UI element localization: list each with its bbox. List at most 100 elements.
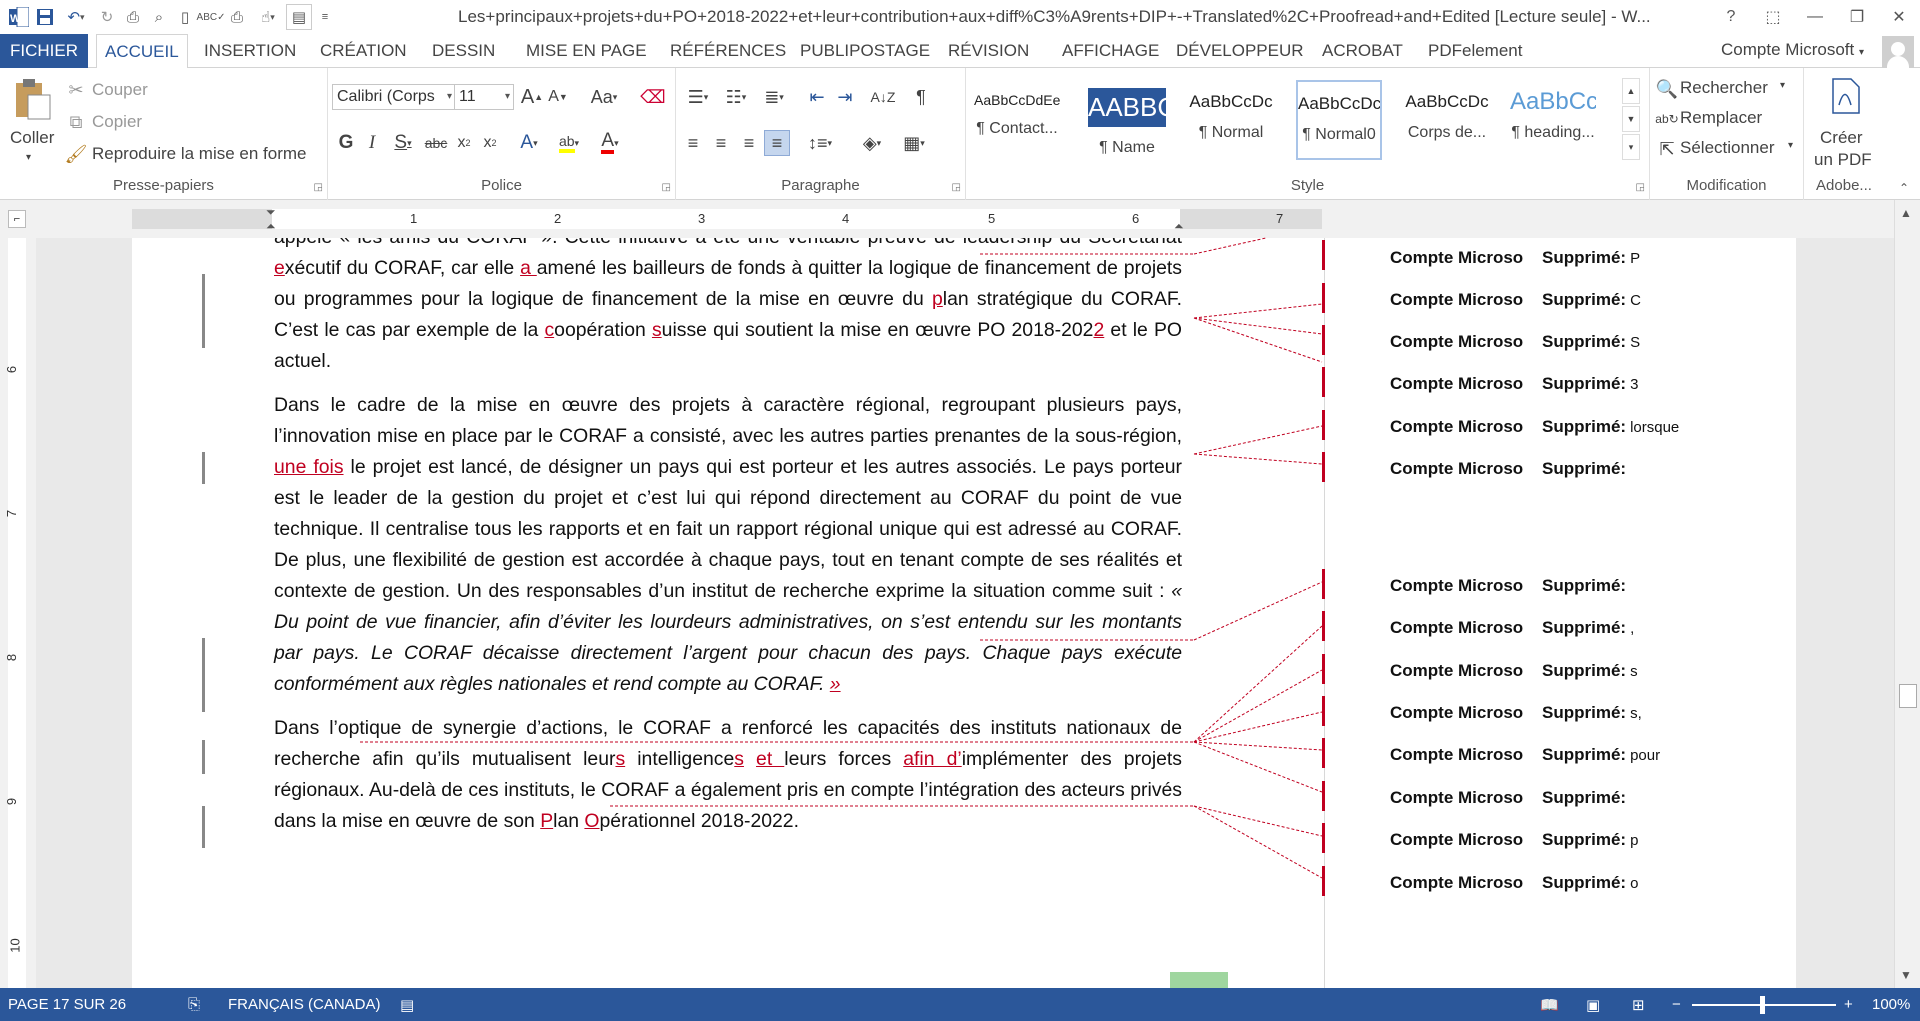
replace-button[interactable]: Remplacer	[1680, 108, 1762, 128]
bullets-icon[interactable]: ☰ ▾	[680, 84, 716, 110]
numbering-icon[interactable]: ☷ ▾	[718, 84, 754, 110]
styles-scroll-down-icon[interactable]: ▼	[1622, 106, 1640, 132]
undo-icon[interactable]: ↶ ▾	[58, 4, 94, 30]
cut-button[interactable]: Couper	[92, 80, 148, 100]
decrease-indent-icon[interactable]: ⇤	[804, 84, 830, 110]
zoom-out-button[interactable]: −	[1672, 996, 1681, 1013]
style-name-heading[interactable]: AABBC ¶ Name	[1084, 80, 1170, 160]
styles-launcher-icon[interactable]: ◲	[1636, 182, 1645, 193]
ribbon-display-button[interactable]: ⬚	[1752, 0, 1794, 34]
shrink-font-icon[interactable]: A ▼	[546, 84, 570, 110]
print-preview-icon[interactable]: ⌕	[146, 4, 172, 30]
revision-balloon[interactable]: Compte Microso Supprimé: s,	[1390, 703, 1642, 723]
collapse-ribbon-icon[interactable]: ⌃	[1894, 180, 1914, 196]
copy-icon[interactable]: ⧉	[66, 112, 86, 132]
font-color-icon[interactable]: A ▾	[592, 130, 628, 156]
revision-balloon[interactable]: Compte Microso Supprimé: p	[1390, 830, 1638, 850]
print-layout-icon[interactable]: ▣	[1586, 996, 1600, 1014]
revision-balloon[interactable]: Compte Microso Supprimé: C	[1390, 290, 1641, 310]
find-button[interactable]: Rechercher	[1680, 78, 1768, 98]
style-body[interactable]: AaBbCcDc Corps de...	[1404, 80, 1490, 160]
redo-icon[interactable]: ↻	[94, 4, 120, 30]
scroll-down-icon[interactable]: ▼	[1900, 968, 1912, 982]
paragraph-launcher-icon[interactable]: ◲	[952, 182, 961, 193]
find-icon[interactable]: 🔍	[1656, 78, 1678, 100]
read-mode-icon[interactable]: 📖	[1540, 996, 1559, 1014]
styles-scroll-up-icon[interactable]: ▲	[1622, 78, 1640, 104]
zoom-slider-thumb[interactable]	[1760, 996, 1765, 1014]
horizontal-ruler[interactable]: 1 2 3 4 5 6 7 ⏷ ⏶ ⏶	[132, 205, 1322, 233]
document-body[interactable]: appelé « les amis du CORAF ». Cette init…	[274, 238, 1182, 850]
grow-font-icon[interactable]: A ▲	[520, 84, 544, 110]
save-icon[interactable]	[32, 4, 58, 30]
web-layout-icon[interactable]: ⊞	[1632, 996, 1645, 1014]
change-case-icon[interactable]: Aa ▾	[584, 84, 624, 110]
account-menu[interactable]: Compte Microsoft ▾	[1721, 40, 1864, 60]
copy-button[interactable]: Copier	[92, 112, 142, 132]
view-mode-icon[interactable]: ▤	[286, 4, 312, 30]
scrollbar-thumb[interactable]	[1899, 684, 1917, 708]
highlight-icon[interactable]: ab ▾	[550, 130, 588, 156]
spelling-icon[interactable]: ABC✓	[197, 4, 226, 30]
close-button[interactable]: ✕	[1878, 0, 1920, 34]
align-center-icon[interactable]: ≡	[708, 130, 734, 156]
text-effects-icon[interactable]: A ▾	[512, 130, 546, 156]
revision-balloon[interactable]: Compte Microso Supprimé: s	[1390, 661, 1638, 681]
help-button[interactable]: ?	[1710, 0, 1752, 34]
customize-qat-icon[interactable]: ≡	[312, 4, 338, 30]
tab-pdfelement[interactable]: PDFelement	[1420, 34, 1530, 68]
revision-balloon[interactable]: Compte Microso Supprimé: P	[1390, 248, 1640, 268]
revision-balloon[interactable]: Compte Microso Supprimé:	[1390, 459, 1630, 479]
tab-insertion[interactable]: INSERTION	[196, 34, 304, 68]
strikethrough-icon[interactable]: abc	[422, 130, 450, 156]
font-name-combo[interactable]: Calibri (Corps ▾	[332, 84, 456, 110]
paste-button[interactable]: Coller	[10, 128, 54, 148]
superscript-icon[interactable]: x2	[478, 130, 502, 156]
right-indent-marker-icon[interactable]: ⏶	[1174, 219, 1184, 234]
replace-icon[interactable]: ab↻	[1655, 108, 1678, 130]
style-contact[interactable]: AaBbCcDdEe ¶ Contact...	[974, 80, 1060, 160]
align-left-icon[interactable]: ≡	[680, 130, 706, 156]
shading-icon[interactable]: ◈ ▾	[852, 130, 892, 156]
paste-dropdown-icon[interactable]: ▾	[26, 152, 31, 163]
style-normal[interactable]: AaBbCcDc ¶ Normal	[1188, 80, 1274, 160]
create-pdf-line1[interactable]: Créer	[1820, 128, 1863, 148]
maximize-button[interactable]: ❐	[1836, 0, 1878, 34]
align-right-icon[interactable]: ≡	[736, 130, 762, 156]
revision-balloon[interactable]: Compte Microso Supprimé:	[1390, 788, 1630, 808]
tab-accueil[interactable]: ACCUEIL	[96, 34, 188, 69]
proofing-icon[interactable]: ⎘	[188, 996, 200, 1013]
revision-balloon[interactable]: Compte Microso Supprimé: lorsque	[1390, 417, 1679, 437]
style-heading[interactable]: AaBbCc ¶ heading...	[1510, 80, 1596, 160]
tab-affichage[interactable]: AFFICHAGE	[1054, 34, 1167, 68]
cut-icon[interactable]: ✂	[66, 80, 86, 100]
select-icon[interactable]: ⇱	[1656, 138, 1678, 160]
tab-revision[interactable]: RÉVISION	[940, 34, 1037, 68]
clear-formatting-icon[interactable]: ⌫	[640, 84, 666, 110]
vertical-scrollbar[interactable]: ▲ ▼	[1894, 200, 1920, 988]
subscript-icon[interactable]: x2	[452, 130, 476, 156]
avatar[interactable]	[1882, 36, 1914, 68]
minimize-button[interactable]: —	[1794, 0, 1836, 34]
style-normal0[interactable]: AaBbCcDc ¶ Normal0	[1296, 80, 1382, 160]
revision-balloon[interactable]: Compte Microso Supprimé: S	[1390, 332, 1640, 352]
line-spacing-icon[interactable]: ↕≡ ▾	[800, 130, 840, 156]
macro-recording-icon[interactable]: ▤	[400, 996, 414, 1014]
left-indent-marker-icon[interactable]: ⏶	[266, 219, 276, 234]
underline-icon[interactable]: S ▾	[386, 130, 420, 156]
revision-balloon[interactable]: Compte Microso Supprimé: o	[1390, 873, 1638, 893]
format-painter-icon[interactable]: 🖌	[65, 144, 88, 164]
font-launcher-icon[interactable]: ◲	[662, 182, 671, 193]
tab-publipostage[interactable]: PUBLIPOSTAGE	[792, 34, 938, 68]
styles-more-icon[interactable]: ▾	[1622, 134, 1640, 160]
print-setup-icon[interactable]: ⎙	[224, 4, 250, 30]
revision-balloon[interactable]: Compte Microso Supprimé:,	[1390, 618, 1634, 638]
tab-developpeur[interactable]: DÉVELOPPEUR	[1168, 34, 1312, 68]
zoom-in-button[interactable]: +	[1844, 996, 1853, 1013]
tab-dessin[interactable]: DESSIN	[424, 34, 503, 68]
page-count[interactable]: PAGE 17 SUR 26	[8, 996, 126, 1013]
scroll-up-icon[interactable]: ▲	[1900, 206, 1912, 220]
tab-references[interactable]: RÉFÉRENCES	[662, 34, 794, 68]
tab-mise-en-page[interactable]: MISE EN PAGE	[518, 34, 655, 68]
paste-icon[interactable]	[10, 76, 54, 122]
